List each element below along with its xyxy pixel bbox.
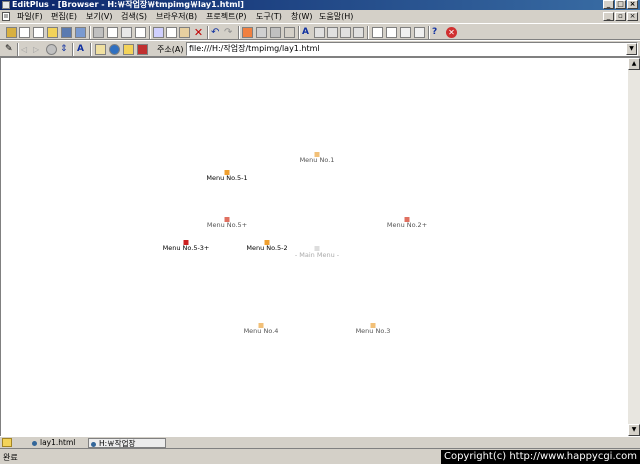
- main-toolbar: ✕ ↶ ↷ A ? ✕: [0, 23, 640, 40]
- line-number-icon[interactable]: [340, 27, 351, 38]
- menu-node-3[interactable]: Menu No.3: [356, 327, 391, 335]
- undo-icon[interactable]: ↶: [211, 27, 222, 38]
- forward-icon[interactable]: ▷: [33, 44, 44, 55]
- menu-edit[interactable]: 편집(E): [51, 10, 77, 23]
- menu-tools[interactable]: 도구(T): [256, 10, 282, 23]
- window-icon[interactable]: [372, 27, 383, 38]
- cut-icon[interactable]: [153, 27, 164, 38]
- tab-lay1[interactable]: lay1.html: [30, 438, 85, 448]
- help-icon[interactable]: ?: [432, 27, 443, 38]
- scroll-down-button[interactable]: ▼: [628, 424, 640, 436]
- menu-search[interactable]: 검색(S): [121, 10, 147, 23]
- tab-browser[interactable]: H:￦작업장￦tmpim: [88, 438, 166, 458]
- mdi-minimize-button[interactable]: _: [603, 12, 614, 21]
- print-icon[interactable]: [93, 27, 104, 38]
- folder-icon[interactable]: [2, 438, 12, 447]
- spell-check-icon[interactable]: [121, 27, 132, 38]
- copy-icon[interactable]: [166, 27, 177, 38]
- ruler-icon[interactable]: [327, 27, 338, 38]
- main-menu-node[interactable]: - Main Menu -: [295, 251, 339, 259]
- scroll-up-button[interactable]: ▲: [628, 58, 640, 70]
- menu-node-1[interactable]: Menu No.1: [300, 156, 335, 164]
- save-icon[interactable]: [61, 27, 72, 38]
- title-bar: EditPlus - [Browser - H:￦작업장￦tmpimg￦lay1…: [0, 0, 640, 10]
- address-value: file:///H:/작업장/tmpimg/lay1.html: [189, 44, 320, 53]
- menu-help[interactable]: 도움말(H): [319, 10, 353, 23]
- redo-icon[interactable]: ↷: [224, 27, 235, 38]
- back-icon[interactable]: ◁: [21, 44, 32, 55]
- mdi-close-button[interactable]: ×: [627, 12, 638, 21]
- delete-icon[interactable]: ✕: [193, 27, 204, 38]
- app-icon: [2, 1, 10, 9]
- minimize-button[interactable]: _: [603, 0, 614, 9]
- tab-label: lay1.html: [40, 438, 76, 447]
- window-title: EditPlus - [Browser - H:￦작업장￦tmpimg￦lay1…: [12, 0, 244, 9]
- menu-node-5[interactable]: Menu No.5+: [207, 221, 247, 229]
- directory-window-icon[interactable]: [400, 27, 411, 38]
- browser-toolbar: ✎ ◁ ▷ ⇕ A 주소(A) file:///H:/작업장/tmpimg/la…: [0, 40, 640, 57]
- menu-window[interactable]: 창(W): [291, 10, 313, 23]
- mdi-restore-button[interactable]: ▫: [615, 12, 626, 21]
- cliptext-window-icon[interactable]: [414, 27, 425, 38]
- find-in-files-icon[interactable]: [270, 27, 281, 38]
- goto-line-icon[interactable]: [284, 27, 295, 38]
- sort-icon[interactable]: ⇕: [60, 44, 71, 55]
- maximize-button[interactable]: □: [615, 0, 626, 9]
- font-icon[interactable]: A: [302, 27, 313, 38]
- menu-view[interactable]: 보기(V): [86, 10, 112, 23]
- status-bar: 완료 Copyright(c) http://www.happycgi.com: [0, 448, 640, 464]
- close-button[interactable]: ×: [627, 0, 638, 9]
- find-icon[interactable]: [242, 27, 253, 38]
- status-text: 완료: [3, 453, 18, 462]
- new-project-icon[interactable]: [6, 27, 17, 38]
- word-wrap-icon[interactable]: [314, 27, 325, 38]
- menu-node-5-3[interactable]: Menu No.5-3+: [163, 244, 210, 252]
- stop-icon[interactable]: ✕: [446, 27, 457, 38]
- replace-icon[interactable]: [256, 27, 267, 38]
- text-size-icon[interactable]: A: [77, 44, 88, 55]
- copyright-banner: Copyright(c) http://www.happycgi.com: [440, 450, 640, 464]
- html-file-icon: [32, 441, 37, 446]
- new-html-icon[interactable]: [33, 27, 44, 38]
- save-all-icon[interactable]: [75, 27, 86, 38]
- stop-loading-icon[interactable]: [137, 44, 148, 55]
- address-input[interactable]: file:///H:/작업장/tmpimg/lay1.html ▼: [186, 42, 638, 56]
- menu-node-5-2[interactable]: Menu No.5-2: [246, 244, 287, 252]
- menu-node-5-1[interactable]: Menu No.5-1: [206, 174, 247, 182]
- globe-icon[interactable]: [109, 44, 120, 55]
- column-select-icon[interactable]: [353, 27, 364, 38]
- open-icon[interactable]: [47, 27, 58, 38]
- menu-project[interactable]: 프로젝트(P): [206, 10, 247, 23]
- vertical-scrollbar[interactable]: ▲ ▼: [628, 57, 640, 436]
- document-tabs: lay1.html H:￦작업장￦tmpim: [0, 436, 640, 458]
- new-file-icon[interactable]: [19, 27, 30, 38]
- print-preview-icon[interactable]: [107, 27, 118, 38]
- address-dropdown-button[interactable]: ▼: [626, 43, 637, 55]
- paste-icon[interactable]: [179, 27, 190, 38]
- browser-icon: [91, 442, 96, 447]
- pen-icon[interactable]: ✎: [5, 44, 16, 55]
- document-icon: [2, 12, 10, 21]
- menu-browser[interactable]: 브라우저(B): [156, 10, 197, 23]
- address-label: 주소(A): [157, 45, 184, 54]
- browser-view: Menu No.1 Menu No.5-1 Menu No.5+ Menu No…: [0, 57, 628, 436]
- refresh-icon[interactable]: [46, 44, 57, 55]
- menu-node-4[interactable]: Menu No.4: [244, 327, 279, 335]
- document-icon[interactable]: [135, 27, 146, 38]
- home-icon[interactable]: [95, 44, 106, 55]
- menu-node-2[interactable]: Menu No.2+: [387, 221, 427, 229]
- menu-file[interactable]: 파일(F): [17, 10, 43, 23]
- output-window-icon[interactable]: [386, 27, 397, 38]
- menu-bar: 파일(F) 편집(E) 보기(V) 검색(S) 브라우저(B) 프로젝트(P) …: [0, 10, 640, 23]
- favorites-icon[interactable]: [123, 44, 134, 55]
